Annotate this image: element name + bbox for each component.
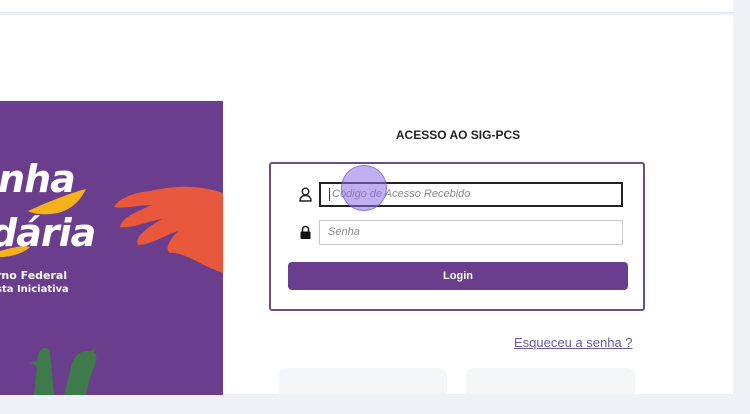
click-indicator xyxy=(341,165,387,211)
login-button[interactable]: Login xyxy=(288,262,628,290)
user-icon xyxy=(297,186,313,202)
plant-leaf-1 xyxy=(30,359,42,369)
form-title: ACESSO AO SIG-PCS xyxy=(395,128,521,142)
bottom-tile-2 xyxy=(466,368,635,394)
password-placeholder: Senha xyxy=(328,226,360,238)
lock-icon xyxy=(297,224,313,240)
top-bar xyxy=(0,0,733,13)
banner-subtitle-line2: sta Iniciativa xyxy=(0,284,69,295)
plant-shape-1 xyxy=(34,347,54,395)
password-input[interactable]: Senha xyxy=(319,219,623,245)
banner-subtitle-line1: rno Federal xyxy=(0,269,68,282)
banner-title-line2: dária xyxy=(0,211,96,255)
login-form: Código de Acesso Recebido Senha Login xyxy=(269,162,645,311)
hand-illustration xyxy=(114,186,223,273)
plant-shape-2 xyxy=(64,350,97,395)
banner-title-line1: inha xyxy=(0,157,76,201)
forgot-password-link[interactable]: Esqueceu a senha ? xyxy=(514,335,633,350)
password-field-row: Senha xyxy=(297,219,623,245)
text-caret xyxy=(329,187,330,201)
campaign-banner: inha dária rno Federal sta Iniciativa xyxy=(0,101,223,395)
bottom-tile-1 xyxy=(279,368,447,394)
